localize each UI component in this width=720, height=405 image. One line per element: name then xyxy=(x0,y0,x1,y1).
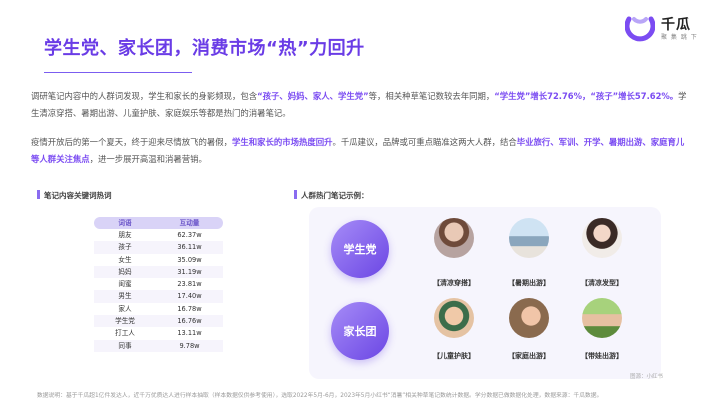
row-word: 男生 xyxy=(118,292,132,301)
para1-highlight-1: “孩子、妈妈、家人、学生党” xyxy=(257,91,369,101)
note-thumbnail-photo[interactable] xyxy=(509,298,549,338)
row-word: 打工人 xyxy=(115,329,135,338)
row-word: 妈妈 xyxy=(118,267,132,276)
row-word: 女生 xyxy=(118,255,132,264)
para2-text-1: 疫情开放后的第一个夏天，终于迎来尽情放飞的暑假， xyxy=(31,137,232,147)
note-thumbnail-photo[interactable] xyxy=(434,298,474,338)
page-title: 学生党、家长团，消费市场“热”力回升 xyxy=(44,38,365,59)
table-row: 打工人 13.11w xyxy=(94,327,223,339)
summary-paragraph-1: 调研笔记内容中的人群词发现，学生和家长的身影频现，包含“孩子、妈妈、家人、学生党… xyxy=(31,88,689,122)
table-row: 学生党 16.76w xyxy=(94,315,223,328)
table-row: 男生 17.40w xyxy=(94,290,223,303)
table-row: 孩子 36.11w xyxy=(94,241,223,254)
note-thumbnail-photo[interactable] xyxy=(582,298,622,338)
note-thumbnail-photo[interactable] xyxy=(509,218,549,258)
para1-text-1: 调研笔记内容中的人群词发现，学生和家长的身影频现，包含 xyxy=(31,91,258,101)
header-engagement: 互动量 xyxy=(179,219,200,227)
note-caption: 【儿童护肤】 xyxy=(433,352,475,360)
table-row: 家人 16.78w xyxy=(94,303,223,315)
note-caption: 【家庭出游】 xyxy=(508,352,550,360)
notes-section-title: 人群热门笔记示例： xyxy=(294,190,369,201)
table-row: 闺蜜 23.81w xyxy=(94,278,223,290)
note-caption: 【带娃出游】 xyxy=(581,352,623,360)
para2-text-3: ，进一步展开高温和消暑营销。 xyxy=(89,154,207,164)
row-word: 闺蜜 xyxy=(118,280,132,289)
row-word: 朋友 xyxy=(118,231,132,239)
table-row: 同事 9.78w xyxy=(94,339,223,352)
notes-section-label: 人群热门笔记示例： xyxy=(301,191,369,200)
row-value: 16.76w xyxy=(177,317,202,326)
note-thumbnail-photo[interactable] xyxy=(582,218,622,258)
section-marker xyxy=(37,190,40,199)
title-underline xyxy=(44,72,192,73)
para2-highlight-1: 学生和家长的市场热度回升 xyxy=(232,137,333,147)
summary-paragraph-2: 疫情开放后的第一个夏天，终于迎来尽情放飞的暑假，学生和家长的市场热度回升。千瓜建… xyxy=(31,134,689,168)
note-thumbnail-photo[interactable] xyxy=(434,218,474,258)
row-value: 62.37w xyxy=(177,231,202,239)
row-value: 31.19w xyxy=(177,267,202,276)
row-value: 23.81w xyxy=(177,280,202,289)
note-caption: 【暑期出游】 xyxy=(508,279,550,287)
para1-highlight-2: “学生党”增长72.76%，“孩子”增长57.62%。 xyxy=(494,91,679,101)
data-footnote: 数据说明：基于千瓜超1亿件发达人，近千万优质达人进行样本抽取（样本数据仅供参考使… xyxy=(37,393,603,399)
keyword-table: 词语 互动量 朋友 62.37w 孩子 36.11w 女生 35.09w 妈妈 31.1… xyxy=(94,217,223,352)
brand-name: 千瓜 xyxy=(661,17,691,33)
student-group-bubble: 学生党 xyxy=(331,220,389,278)
row-word: 家人 xyxy=(118,304,132,313)
row-value: 13.11w xyxy=(177,329,202,338)
row-value: 36.11w xyxy=(177,243,202,252)
para2-text-2: 。千瓜建议，品牌或可重点瞄准这两大人群，结合 xyxy=(332,137,517,147)
row-word: 学生党 xyxy=(115,317,135,326)
qiangua-logo-icon xyxy=(625,16,655,42)
note-caption: 【清凉穿搭】 xyxy=(433,279,475,287)
keyword-section-title: 笔记内容关键词热词 xyxy=(37,190,112,201)
table-row: 妈妈 31.19w xyxy=(94,265,223,279)
row-word: 同事 xyxy=(118,341,132,350)
row-word: 孩子 xyxy=(118,243,132,252)
row-value: 35.09w xyxy=(177,255,202,264)
para1-text-2: 等，相关种草笔记数较去年同期， xyxy=(368,91,495,101)
image-source-note: 图源：小红书 xyxy=(630,374,664,380)
parent-group-bubble: 家长团 xyxy=(331,302,389,360)
header-word: 词语 xyxy=(118,219,132,227)
row-value: 16.78w xyxy=(177,304,202,313)
section-marker xyxy=(294,190,297,199)
row-value: 17.40w xyxy=(177,292,202,301)
note-caption: 【清凉发型】 xyxy=(581,279,623,287)
brand-tagline: 聚 集 跳 下 xyxy=(661,34,698,41)
keyword-section-label: 笔记内容关键词热词 xyxy=(44,191,112,200)
row-value: 9.78w xyxy=(179,341,200,350)
table-row: 女生 35.09w xyxy=(94,254,223,266)
table-row: 朋友 62.37w xyxy=(94,229,223,241)
table-header: 词语 互动量 xyxy=(94,217,223,229)
